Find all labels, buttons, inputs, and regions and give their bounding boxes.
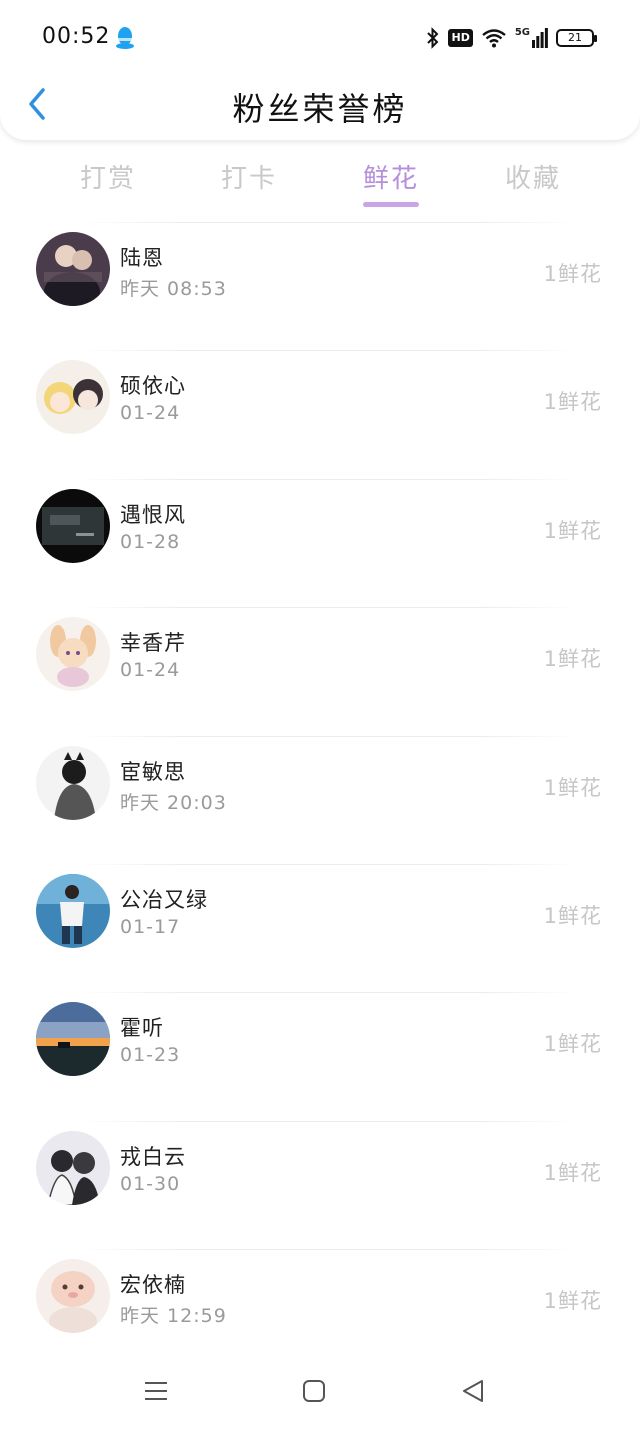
nav-bar: 粉丝荣誉榜 [0,76,640,136]
fan-time: 01-17 [120,915,181,938]
menu-icon [145,1382,167,1400]
menu-button[interactable] [141,1376,171,1406]
system-navigation-bar [0,1350,640,1431]
avatar[interactable] [36,488,110,563]
flower-count: 1鲜花 [543,1160,602,1185]
row-divider [80,607,580,609]
flower-count: 1鲜花 [543,775,602,800]
fan-time: 01-24 [120,659,181,682]
list-item[interactable]: 遇恨风 01-28 1鲜花 [0,478,640,607]
list-item[interactable]: 硕依心 01-24 1鲜花 [0,350,640,478]
fan-name: 戎白云 [120,1144,186,1169]
row-divider [80,863,580,865]
fan-time: 01-30 [120,1172,181,1195]
row-divider [80,992,580,994]
back-triangle-icon [463,1380,483,1402]
fan-time: 01-24 [120,402,181,425]
fan-time: 昨天 08:53 [120,278,227,300]
signal-5g-icon: 5G [515,28,548,48]
avatar[interactable] [36,1130,110,1205]
fan-name: 宦敏思 [120,759,186,784]
row-divider [80,222,580,223]
avatar[interactable] [36,873,110,948]
fan-time: 昨天 12:59 [120,1305,227,1328]
fan-name: 宏依楠 [120,1273,186,1298]
flower-count: 1鲜花 [543,1032,602,1057]
list-item[interactable]: 宦敏思 昨天 20:03 1鲜花 [0,735,640,864]
fan-name: 幸香芹 [120,631,186,656]
fan-time: 01-23 [120,1044,181,1067]
list-item[interactable]: 陆恩 昨天 08:53 1鲜花 [0,222,640,350]
tab-checkin[interactable]: 打卡 [194,158,304,195]
fan-name: 公冶又绿 [120,887,208,912]
fan-name: 遇恨风 [120,502,186,527]
status-bar: 00:52 HD 5G 21 [0,0,640,76]
bluetooth-icon [426,27,440,49]
battery-indicator: 21 [556,29,597,47]
tab-favorites[interactable]: 收藏 [478,158,588,195]
qq-penguin-icon [114,26,136,50]
avatar[interactable] [36,745,110,820]
row-divider [80,478,580,480]
row-divider [80,1249,580,1251]
flower-count: 1鲜花 [543,1289,602,1314]
flower-count: 1鲜花 [543,647,602,672]
back-nav-button[interactable] [458,1376,488,1406]
list-item[interactable]: 公冶又绿 01-17 1鲜花 [0,863,640,992]
home-square-icon [303,1380,325,1402]
list-item[interactable]: 霍听 01-23 1鲜花 [0,992,640,1120]
avatar[interactable] [36,1002,110,1077]
status-icons: HD 5G 21 [426,24,597,52]
flower-count: 1鲜花 [543,903,602,928]
fan-list: 陆恩 昨天 08:53 1鲜花 硕依心 01-24 1鲜花 遇恨风 01-28 … [0,222,640,1378]
avatar[interactable] [36,617,110,692]
list-item[interactable]: 戎白云 01-30 1鲜花 [0,1120,640,1249]
fan-name: 霍听 [120,1016,164,1041]
fan-name: 硕依心 [120,374,186,399]
row-divider [80,350,580,352]
home-button[interactable] [299,1376,329,1406]
wifi-icon [481,28,507,48]
tab-tip[interactable]: 打赏 [53,158,163,195]
list-item[interactable]: 幸香芹 01-24 1鲜花 [0,607,640,735]
row-divider [80,1120,580,1122]
row-divider [80,735,580,737]
header-card: 00:52 HD 5G 21 粉丝荣誉榜 [0,0,640,140]
avatar[interactable] [36,1259,110,1334]
flower-count: 1鲜花 [543,518,602,543]
hd-badge: HD [448,29,473,47]
fan-name: 陆恩 [120,246,164,270]
page-title: 粉丝荣誉榜 [232,90,408,128]
fan-time: 昨天 20:03 [120,791,227,814]
avatar[interactable] [36,232,110,306]
tab-active-indicator [363,202,419,207]
avatar[interactable] [36,360,110,435]
status-time: 00:52 [42,24,111,49]
flower-count: 1鲜花 [543,390,602,415]
tab-bar: 打赏 打卡 鲜花 收藏 [0,140,640,222]
flower-count: 1鲜花 [543,262,602,286]
tab-flowers[interactable]: 鲜花 [336,158,446,195]
fan-time: 01-28 [120,530,181,553]
